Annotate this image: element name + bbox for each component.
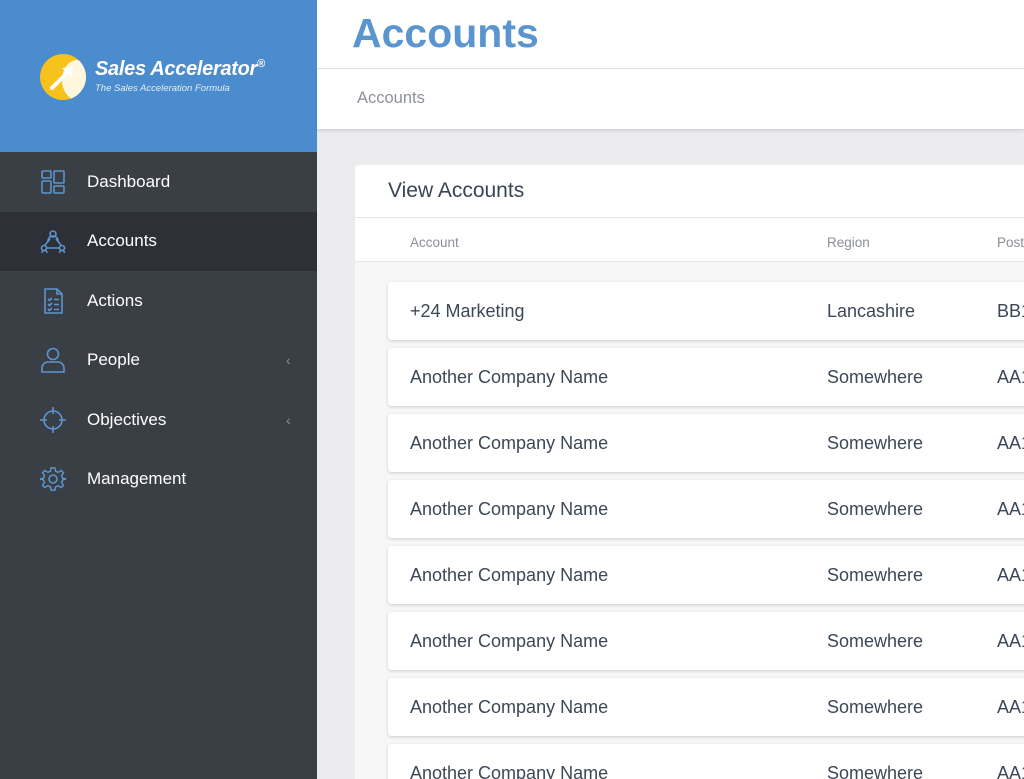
accounts-card: View Accounts Account Region Post +24 Ma… (355, 165, 1024, 779)
card-header: View Accounts (355, 165, 1024, 218)
cell-account: Another Company Name (410, 433, 609, 453)
cell-account: Another Company Name (410, 697, 609, 717)
card-title: View Accounts (388, 179, 525, 202)
column-header-region[interactable]: Region (827, 235, 870, 250)
cell-postcode: AA1 (997, 565, 1024, 585)
cell-postcode: AA1 (997, 499, 1024, 519)
sidebar-item-management[interactable]: Management (0, 450, 317, 510)
table-row[interactable]: Another Company Name Somewhere AA1 (388, 744, 1024, 779)
cell-postcode: AA1 (997, 631, 1024, 651)
table-row[interactable]: Another Company Name Somewhere AA1 (388, 414, 1024, 472)
brand-header: Sales Accelerator® The Sales Acceleratio… (0, 0, 317, 152)
actions-icon (44, 287, 63, 314)
page-header: Accounts (317, 0, 1024, 69)
objectives-icon (40, 406, 66, 433)
cell-account: +24 Marketing (410, 301, 525, 321)
cell-postcode: BB1 (997, 301, 1024, 321)
logo-arrow-icon (40, 54, 86, 100)
cell-region: Somewhere (827, 763, 924, 779)
sidebar-item-label: Actions (87, 290, 143, 310)
sidebar-nav: Dashboard Accounts Actions People ‹ Obje… (0, 152, 317, 509)
sidebar-item-label: People (87, 350, 140, 370)
cell-account: Another Company Name (410, 367, 609, 387)
cell-postcode: AA1 (997, 697, 1024, 717)
cell-region: Somewhere (827, 433, 924, 453)
page-title: Accounts (352, 10, 539, 56)
cell-account: Another Company Name (410, 565, 609, 585)
cell-account: Another Company Name (410, 631, 609, 651)
cell-region: Somewhere (827, 697, 924, 717)
cell-postcode: AA1 (997, 433, 1024, 453)
sidebar-item-objectives[interactable]: Objectives ‹ (0, 390, 317, 450)
sidebar-item-label: Dashboard (87, 171, 171, 191)
table-row[interactable]: +24 Marketing Lancashire BB1 (388, 282, 1024, 340)
sidebar-item-dashboard[interactable]: Dashboard (0, 152, 317, 212)
table-row[interactable]: Another Company Name Somewhere AA1 (388, 480, 1024, 538)
table-header: Account Region Post (355, 218, 1024, 262)
column-header-postcode[interactable]: Post (997, 235, 1024, 250)
gear-icon (39, 467, 67, 492)
chevron-left-icon[interactable]: ‹ (286, 412, 291, 428)
table-row[interactable]: Another Company Name Somewhere AA1 (388, 546, 1024, 604)
brand-tagline: The Sales Acceleration Formula (95, 83, 230, 94)
sidebar: Sales Accelerator® The Sales Acceleratio… (0, 0, 317, 779)
cell-region: Somewhere (827, 565, 924, 585)
breadcrumb-bar: Accounts (317, 69, 1024, 129)
people-icon (41, 347, 65, 374)
cell-region: Lancashire (827, 301, 916, 321)
brand-name: Sales Accelerator® (95, 58, 265, 80)
breadcrumb[interactable]: Accounts (357, 89, 425, 108)
cell-region: Somewhere (827, 367, 924, 387)
dashboard-icon (41, 169, 65, 194)
table-row[interactable]: Another Company Name Somewhere AA1 (388, 678, 1024, 736)
sidebar-item-label: Management (87, 469, 187, 489)
sidebar-item-label: Accounts (87, 231, 157, 251)
sidebar-item-people[interactable]: People ‹ (0, 331, 317, 391)
accounts-icon (40, 230, 66, 254)
cell-postcode: AA1 (997, 367, 1024, 387)
table-row[interactable]: Another Company Name Somewhere AA1 (388, 348, 1024, 406)
cell-account: Another Company Name (410, 763, 609, 779)
cell-region: Somewhere (827, 631, 924, 651)
sidebar-item-accounts[interactable]: Accounts (0, 211, 317, 271)
chevron-left-icon[interactable]: ‹ (286, 352, 291, 368)
cell-region: Somewhere (827, 499, 924, 519)
cell-postcode: AA1 (997, 763, 1024, 779)
cell-account: Another Company Name (410, 499, 609, 519)
table-row[interactable]: Another Company Name Somewhere AA1 (388, 612, 1024, 670)
sidebar-item-label: Objectives (87, 409, 167, 429)
sidebar-item-actions[interactable]: Actions (0, 271, 317, 331)
column-header-account[interactable]: Account (410, 235, 459, 250)
